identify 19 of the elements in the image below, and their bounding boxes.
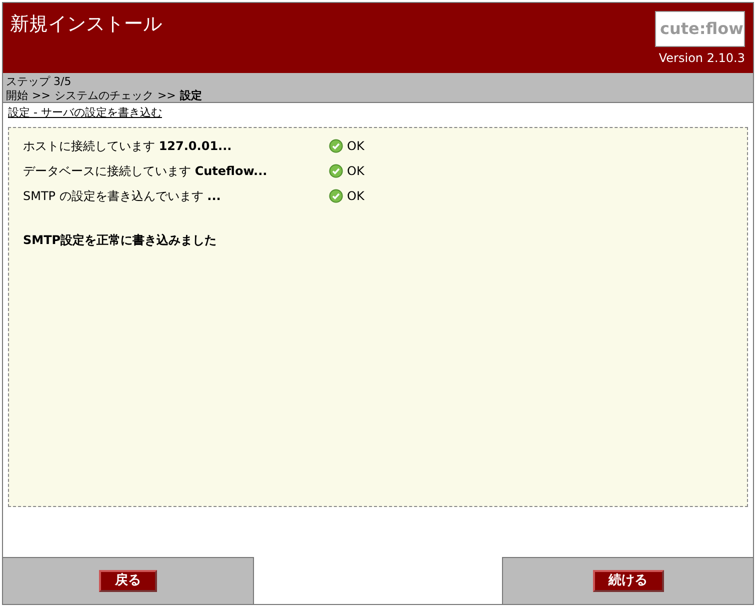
status-label: OK (347, 163, 364, 180)
next-button[interactable]: 続ける (592, 570, 664, 592)
status-label: OK (347, 188, 364, 205)
breadcrumb-item: 設定 (180, 89, 202, 103)
success-message: SMTP設定を正常に書き込みました (23, 232, 218, 248)
step-label: ステップ 3/5 (6, 75, 72, 89)
page-title: 新規インストール (10, 12, 162, 37)
check-label: データベースに接続しています Cuteflow... (23, 163, 268, 180)
separator: >> (157, 89, 176, 103)
section-title: 設定 - サーバの設定を書き込む (8, 106, 162, 119)
breadcrumb-item: システムのチェック (54, 89, 154, 103)
separator: >> (32, 89, 50, 103)
logo: cute:flow (655, 11, 745, 47)
check-label: ホストに接続しています 127.0.01... (23, 138, 233, 155)
breadcrumb-item: 開始 (6, 89, 28, 103)
status-label: OK (347, 138, 364, 155)
back-button[interactable]: 戻る (99, 570, 157, 592)
check-label: SMTP の設定を書き込んでいます ... (23, 188, 222, 205)
version-label: Version 2.10.3 (658, 50, 745, 67)
